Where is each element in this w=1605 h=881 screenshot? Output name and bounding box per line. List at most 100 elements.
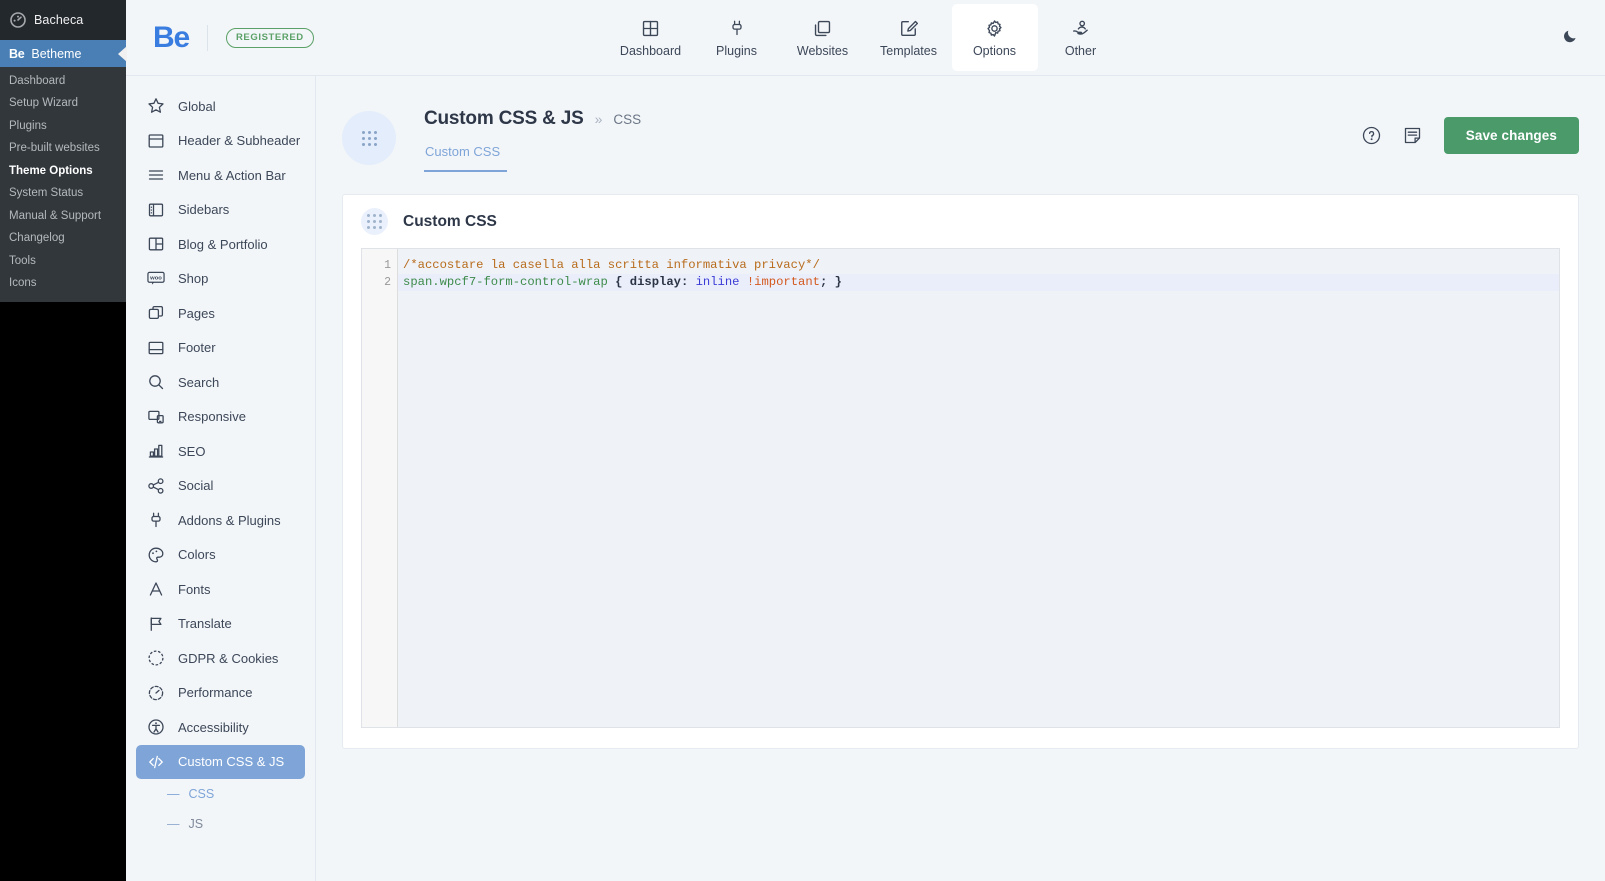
sidebar-item-pages[interactable]: Pages — [136, 296, 305, 331]
main-area: Be REGISTERED Dashboard Plugins Websites… — [126, 0, 1605, 881]
wp-menu-label-bacheca: Bacheca — [34, 13, 84, 27]
sidebar-item-performance[interactable]: Performance — [136, 676, 305, 711]
wp-menu-label-betheme: Betheme — [31, 46, 82, 61]
topnav-item-templates[interactable]: Templates — [866, 4, 952, 71]
sidebar-subitem-js[interactable]: — JS — [136, 809, 305, 839]
code-token: { — [607, 275, 630, 289]
wp-submenu-item-system-status[interactable]: System Status — [0, 183, 126, 206]
dark-mode-toggle[interactable] — [1562, 0, 1579, 75]
wp-submenu-item-setup-wizard[interactable]: Setup Wizard — [0, 93, 126, 116]
sidebar-item-label: Sidebars — [178, 202, 230, 218]
line-number: 1 — [384, 259, 391, 272]
panel-header: Custom CSS — [343, 195, 1578, 248]
sidebar-item-label: Blog & Portfolio — [178, 236, 268, 252]
wp-submenu-item-icons[interactable]: Icons — [0, 273, 126, 296]
code-icon — [147, 753, 165, 771]
sidebar-subitem-label: JS — [188, 817, 204, 831]
sidebar-item-label: Global — [178, 98, 216, 114]
topnav-item-websites[interactable]: Websites — [780, 4, 866, 71]
registered-badge: REGISTERED — [225, 27, 314, 48]
topnav-item-plugins[interactable]: Plugins — [694, 4, 780, 71]
wp-submenu-item-changelog[interactable]: Changelog — [0, 228, 126, 251]
accessibility-icon — [147, 718, 165, 736]
wp-submenu-item-theme-options[interactable]: Theme Options — [0, 160, 126, 183]
app-root: Bacheca Be Betheme Dashboard Setup Wizard… — [0, 0, 1605, 881]
sidebar-item-fonts[interactable]: Fonts — [136, 572, 305, 607]
topnav-label-options: Options — [972, 44, 1017, 58]
tab-custom-css[interactable]: Custom CSS — [424, 144, 508, 172]
code-token: /*accostare la casella alla scritta info… — [403, 258, 820, 272]
sidebar-item-responsive[interactable]: Responsive — [136, 400, 305, 435]
sidebar-item-social[interactable]: Social — [136, 469, 305, 504]
wp-menu-item-betheme[interactable]: Be Betheme — [0, 40, 127, 67]
sidebar-item-label: SEO — [178, 443, 206, 459]
wp-menu-item-bacheca[interactable]: Bacheca — [0, 0, 126, 40]
wp-submenu-item-manual-support[interactable]: Manual & Support — [0, 205, 126, 228]
page-title: Custom CSS & JS — [424, 108, 584, 129]
wp-submenu-item-tools[interactable]: Tools — [0, 250, 126, 273]
hand-user-icon — [1071, 17, 1090, 39]
plug-icon — [728, 17, 746, 39]
code-token: ; } — [819, 275, 842, 289]
sidebar-item-label: Pages — [178, 305, 215, 321]
bar-chart-icon — [147, 442, 165, 460]
sidebar-item-accessibility[interactable]: Accessibility — [136, 710, 305, 745]
options-sidebar: Global Header & Subheader Menu & Action … — [126, 75, 316, 881]
topnav-label-dashboard: Dashboard — [619, 44, 682, 58]
question-circle-icon[interactable] — [1362, 126, 1381, 145]
sidebar-item-footer[interactable]: Footer — [136, 331, 305, 366]
sidebar-item-gdpr-cookies[interactable]: GDPR & Cookies — [136, 641, 305, 676]
sidebar-item-label: Fonts — [178, 581, 211, 597]
sidebar-item-search[interactable]: Search — [136, 365, 305, 400]
sidebar-item-label: Shop — [178, 271, 209, 287]
sidebar-subitem-css[interactable]: — CSS — [136, 779, 305, 809]
code-editor[interactable]: 1 2 /*accostare la casella alla scritta i… — [361, 248, 1560, 728]
sidebar-item-sidebars[interactable]: Sidebars — [136, 193, 305, 228]
sidebar-item-header-subheader[interactable]: Header & Subheader — [136, 124, 305, 159]
breadcrumb-current: CSS — [613, 112, 642, 127]
custom-css-panel: Custom CSS 1 2 /*accostare la casella all… — [342, 194, 1579, 749]
code-token: !important — [746, 275, 820, 289]
page-header-text: Custom CSS & JS » CSS Custom CSS — [424, 99, 641, 172]
wp-submenu-item-dashboard[interactable]: Dashboard — [0, 70, 126, 93]
sidebar-item-addons-plugins[interactable]: Addons & Plugins — [136, 503, 305, 538]
sidebar-item-label: Responsive — [178, 409, 246, 425]
sidebar-item-label: Header & Subheader — [178, 133, 301, 149]
save-changes-button[interactable]: Save changes — [1443, 117, 1579, 154]
sidebar-item-menu-action-bar[interactable]: Menu & Action Bar — [136, 158, 305, 193]
topnav-item-dashboard[interactable]: Dashboard — [608, 4, 694, 71]
topnav-item-other[interactable]: Other — [1038, 4, 1124, 71]
sidebar-item-label: Addons & Plugins — [178, 512, 281, 528]
wp-menu-active-arrow — [118, 45, 127, 62]
sidebar-item-label: GDPR & Cookies — [178, 650, 279, 666]
sidebar-item-shop[interactable]: woo Shop — [136, 262, 305, 297]
sidebar-item-global[interactable]: Global — [136, 89, 305, 124]
search-icon — [147, 373, 165, 391]
columns-layout-icon — [147, 235, 165, 253]
note-icon[interactable] — [1403, 126, 1422, 145]
wp-submenu-item-pre-built-websites[interactable]: Pre-built websites — [0, 138, 126, 161]
page-drag-handle[interactable] — [342, 111, 396, 165]
star-icon — [147, 97, 165, 115]
sidebar-item-custom-css-js[interactable]: Custom CSS & JS — [136, 744, 305, 779]
sidebar-item-blog-portfolio[interactable]: Blog & Portfolio — [136, 227, 305, 262]
line-number: 2 — [384, 276, 391, 289]
panel-drag-handle[interactable] — [361, 208, 388, 235]
sidebar-item-colors[interactable]: Colors — [136, 538, 305, 573]
edit-page-icon — [899, 17, 918, 39]
wp-menu-betheme-mark: Be — [9, 46, 25, 61]
brand-divider — [206, 24, 208, 51]
sidebar-layout-icon — [147, 201, 165, 219]
sidebar-item-translate[interactable]: Translate — [136, 607, 305, 642]
sidebar-item-label: Social — [178, 478, 214, 494]
page-header-actions: Save changes — [1362, 117, 1579, 154]
breadcrumb-separator: » — [594, 111, 603, 127]
sidebar-item-seo[interactable]: SEO — [136, 434, 305, 469]
topnav-item-options[interactable]: Options — [951, 4, 1038, 71]
code-token: inline — [695, 275, 740, 289]
wp-submenu: Dashboard Setup Wizard Plugins Pre-built we… — [0, 67, 126, 302]
wp-submenu-item-plugins[interactable]: Plugins — [0, 115, 126, 138]
topnav-label-templates: Templates — [880, 44, 937, 58]
editor-code-area[interactable]: /*accostare la casella alla scritta info… — [398, 249, 1559, 727]
sidebar-item-label: Footer — [178, 340, 216, 356]
